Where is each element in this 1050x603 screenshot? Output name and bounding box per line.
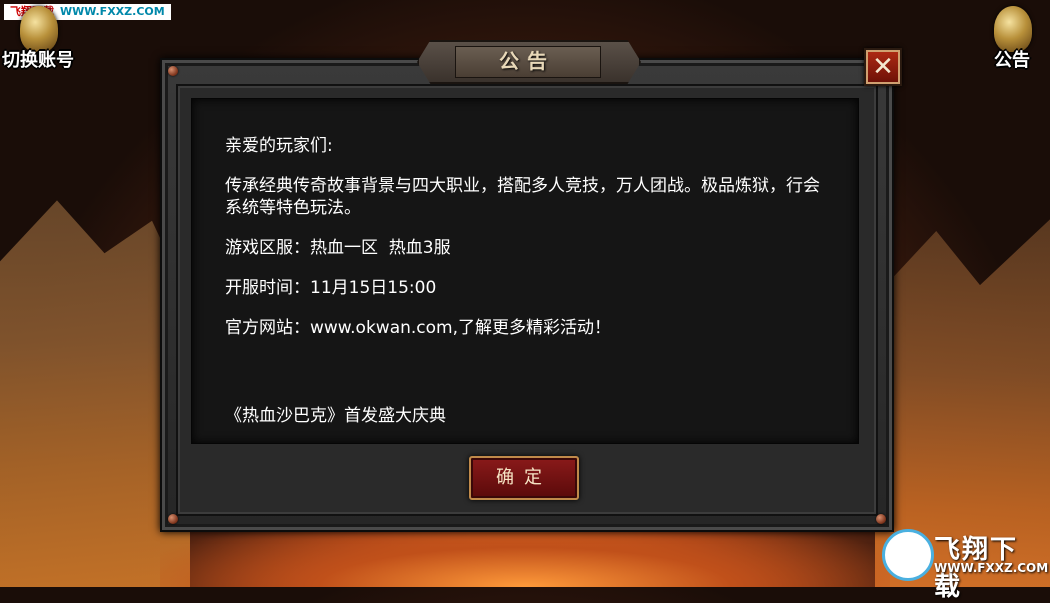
open-time: 开服时间：11月15日15:00 [225,278,437,298]
announcement-content[interactable]: 亲爱的玩家们: 传承经典传奇故事背景与四大职业，搭配多人竞技，万人团战。极品炼狱… [191,98,859,444]
event-title: 《热血沙巴克》首发盛大庆典 [225,406,446,426]
greeting: 亲爱的玩家们: [225,136,333,156]
rivet-icon [876,514,886,524]
dialog-title: 公告 [499,49,555,73]
rivet-icon [168,514,178,524]
announcement-text: 亲爱的玩家们: 传承经典传奇故事背景与四大职业，搭配多人竞技，万人团战。极品炼狱… [225,135,824,443]
close-button[interactable]: ✕ [864,48,902,86]
game-description: 传承经典传奇故事背景与四大职业，搭配多人竞技，万人团战。极品炼狱，行会系统等特色… [225,176,820,218]
watermark-logo-icon [882,529,934,581]
confirm-button[interactable]: 确定 [469,456,579,500]
close-icon: ✕ [872,52,894,82]
switch-account-button[interactable]: 切换账号 [0,6,76,72]
notice-label: 公告 [994,50,1030,71]
server-info: 游戏区服：热血一区 热血3服 [225,238,451,258]
notice-button[interactable]: 公告 [980,6,1044,72]
watermark-url: WWW.FXXZ.COM [934,561,1049,575]
official-site: 官方网站：www.okwan.com,了解更多精彩活动！ [225,318,612,338]
watermark-bottom-right: 飞翔下载 WWW.FXXZ.COM [882,527,1048,602]
rivet-icon [168,66,178,76]
switch-account-label: 切换账号 [2,50,74,71]
spacer-line [225,357,824,379]
